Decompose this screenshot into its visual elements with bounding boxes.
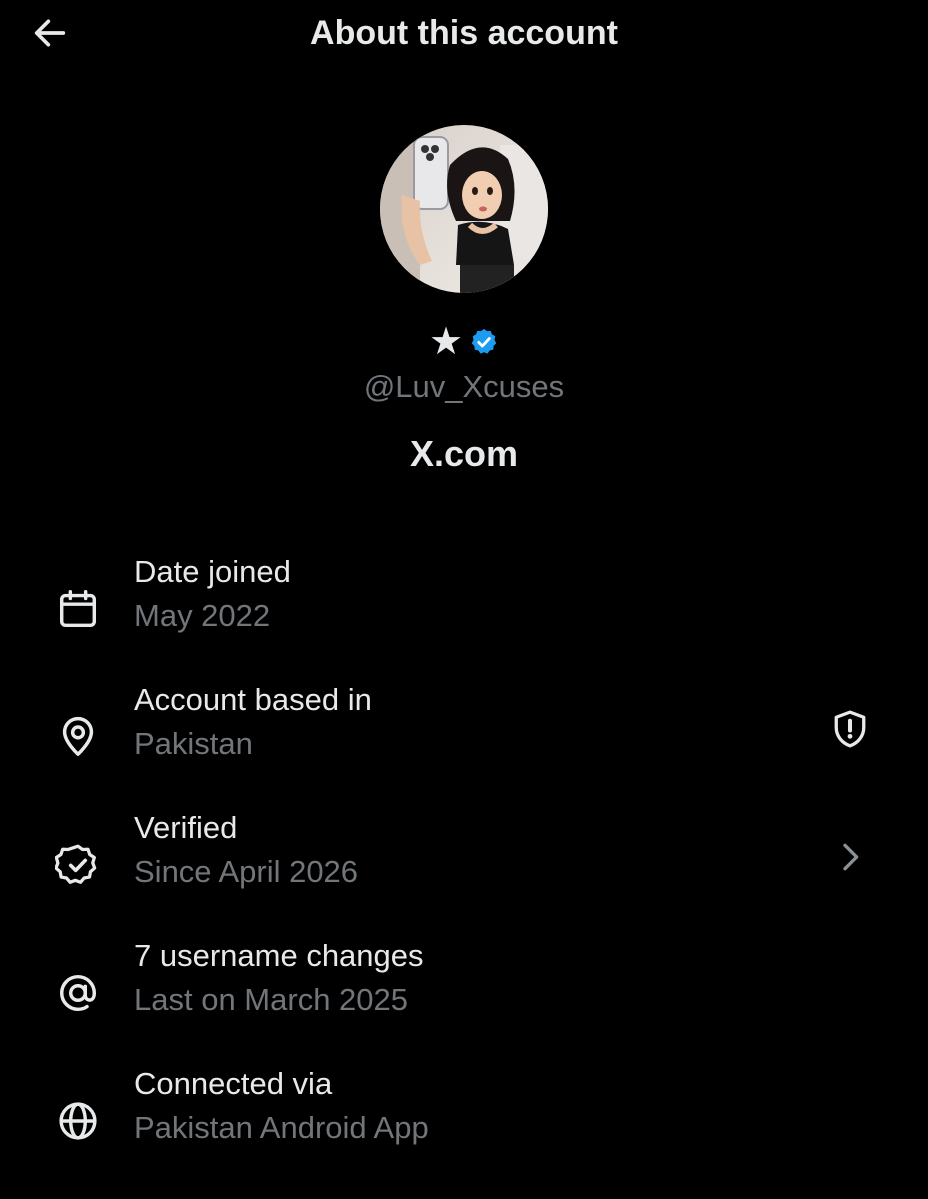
detail-row-date-joined: Date joined May 2022 bbox=[0, 551, 928, 651]
detail-value: Pakistan Android App bbox=[134, 1110, 429, 1145]
detail-label: Verified bbox=[134, 810, 238, 845]
detail-row-connected-via: Connected via Pakistan Android App bbox=[0, 1063, 928, 1163]
detail-label: 7 username changes bbox=[134, 938, 424, 973]
detail-label: Date joined bbox=[134, 554, 291, 589]
verified-badge-icon bbox=[471, 328, 497, 354]
website-link[interactable]: X.com bbox=[0, 430, 928, 478]
profile-avatar[interactable] bbox=[380, 125, 548, 293]
display-name-row: ★ bbox=[0, 322, 928, 362]
at-sign-icon bbox=[59, 974, 97, 1012]
display-name: ★ bbox=[428, 321, 464, 363]
detail-row-account-based-in: Account based in Pakistan bbox=[0, 679, 928, 779]
detail-label: Connected via bbox=[134, 1066, 333, 1101]
verified-check-icon bbox=[55, 844, 97, 884]
account-handle: @Luv_Xcuses bbox=[363, 369, 565, 404]
shield-alert-icon bbox=[834, 710, 866, 748]
detail-label: Account based in bbox=[134, 682, 372, 717]
page-title: About this account bbox=[310, 14, 618, 52]
detail-value: Since April 2026 bbox=[134, 854, 359, 889]
detail-value: May 2022 bbox=[134, 598, 271, 633]
detail-row-username-changes: 7 username changes Last on March 2025 bbox=[0, 935, 928, 1035]
location-info-button[interactable] bbox=[822, 701, 878, 757]
chevron-right-icon bbox=[843, 843, 859, 871]
detail-value: Last on March 2025 bbox=[134, 982, 409, 1017]
globe-icon bbox=[59, 1102, 97, 1140]
verified-details-chevron[interactable] bbox=[822, 829, 878, 885]
location-pin-icon bbox=[62, 716, 94, 756]
detail-value: Pakistan bbox=[134, 726, 253, 761]
calendar-icon bbox=[59, 590, 97, 628]
detail-row-verified[interactable]: Verified Since April 2026 bbox=[0, 807, 928, 907]
header-bar: About this account bbox=[0, 0, 928, 66]
